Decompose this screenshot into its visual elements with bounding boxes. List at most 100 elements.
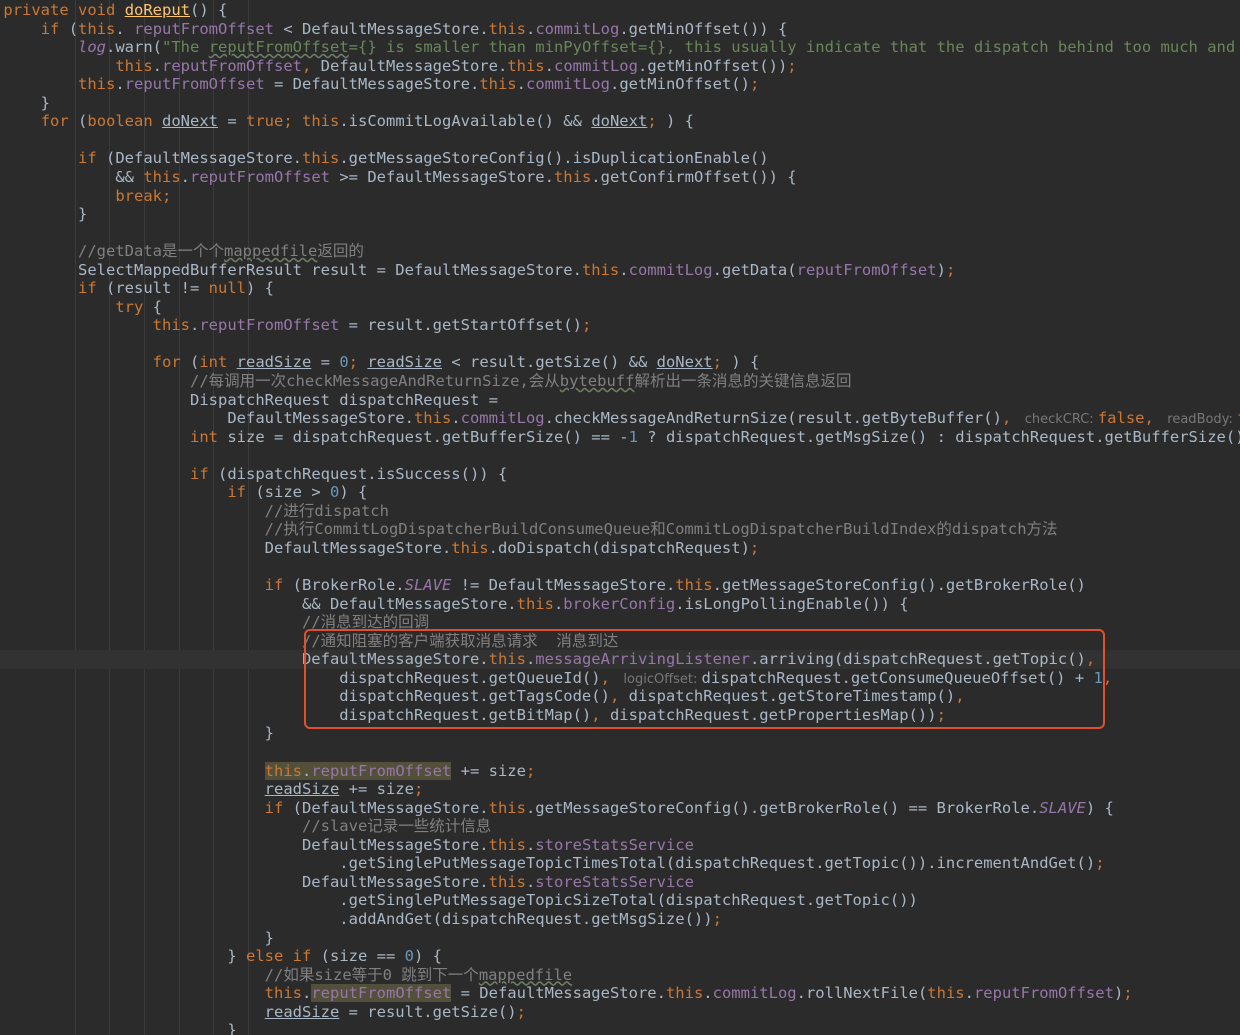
code-token: for xyxy=(40,112,79,131)
code-line[interactable]: break; xyxy=(3,187,171,206)
code-line[interactable]: log.warn("The reputFromOffset={} is smal… xyxy=(3,38,1240,57)
code-line[interactable]: DefaultMessageStore.this.storeStatsServi… xyxy=(3,873,694,892)
code-token: ) xyxy=(936,260,946,279)
code-line[interactable]: if (size > 0) { xyxy=(3,483,367,502)
code-line[interactable]: this.reputFromOffset = DefaultMessageSto… xyxy=(3,984,1133,1003)
code-token: mappedfile xyxy=(224,242,318,261)
code-line[interactable]: } xyxy=(3,724,274,743)
code-token: reputFromOffset xyxy=(199,316,340,335)
code-token: doNext xyxy=(162,112,219,131)
code-editor[interactable]: private void doReput() { if (this. reput… xyxy=(0,0,1240,1035)
code-token: } xyxy=(3,93,51,112)
code-line[interactable]: DefaultMessageStore.this.commitLog.check… xyxy=(3,409,1240,428)
code-line[interactable]: //slave记录一些统计信息 xyxy=(3,817,491,836)
code-token: .getConfirmOffset()) { xyxy=(591,167,797,186)
code-line[interactable]: for (int readSize = 0; readSize < result… xyxy=(3,353,760,372)
code-token: this xyxy=(927,984,965,1003)
code-token: if xyxy=(40,19,69,38)
code-token: ) { xyxy=(1085,798,1114,817)
code-line[interactable]: readSize = result.getSize(); xyxy=(3,1003,526,1022)
code-token: DefaultMessageStore. xyxy=(3,872,489,891)
code-line[interactable]: //getData是一个个mappedfile返回的 xyxy=(3,242,364,261)
code-token: reputFromOffset xyxy=(190,167,330,186)
code-token: if xyxy=(190,464,218,483)
code-line[interactable]: private void doReput() { xyxy=(3,1,227,20)
code-token: ; xyxy=(348,353,368,372)
code-token: .addAndGet(dispatchRequest.getMsgSize()) xyxy=(3,909,713,928)
code-line[interactable]: DefaultMessageStore.this.storeStatsServi… xyxy=(3,836,694,855)
code-token: reputFromOffset xyxy=(134,19,275,38)
code-token: . xyxy=(703,984,713,1003)
code-token: reputFromOffset xyxy=(796,260,937,279)
code-token: if xyxy=(78,279,107,298)
code-token: && xyxy=(3,167,144,186)
code-line[interactable]: //执行CommitLogDispatcherBuildConsumeQueue… xyxy=(3,520,1058,539)
code-line[interactable]: this.reputFromOffset, DefaultMessageStor… xyxy=(3,57,796,76)
code-token: "The xyxy=(162,38,209,57)
code-token: ) { xyxy=(339,483,368,502)
code-token: . xyxy=(152,56,163,75)
code-line[interactable]: this.reputFromOffset += size; xyxy=(3,761,535,781)
code-line[interactable]: SelectMappedBufferResult result = Defaul… xyxy=(3,261,955,280)
code-line[interactable]: if (BrokerRole.SLAVE != DefaultMessageSt… xyxy=(3,576,1086,595)
code-token: this xyxy=(488,872,526,891)
code-line[interactable]: && DefaultMessageStore.this.brokerConfig… xyxy=(3,595,909,614)
code-token: . xyxy=(115,19,135,38)
code-token: if xyxy=(78,149,107,168)
code-line[interactable]: int size = dispatchRequest.getBufferSize… xyxy=(3,428,1240,447)
code-line[interactable]: for (boolean doNext = true; this.isCommi… xyxy=(3,112,694,131)
code-line[interactable]: this.reputFromOffset = result.getStartOf… xyxy=(3,316,592,335)
code-token: .getSinglePutMessageTopicTimesTotal(disp… xyxy=(3,854,1096,873)
code-token: if xyxy=(264,798,293,817)
code-token: bytebuff xyxy=(559,372,635,390)
code-line[interactable]: if (DefaultMessageStore.this.getMessageS… xyxy=(3,799,1114,818)
code-line[interactable]: } xyxy=(3,1021,236,1035)
code-line[interactable]: } xyxy=(3,929,274,948)
code-line[interactable]: if (DefaultMessageStore.this.getMessageS… xyxy=(3,149,769,168)
parameter-hint: checkCRC: xyxy=(1020,412,1098,428)
code-token: false, xyxy=(1097,409,1164,428)
code-token: //每调用一次checkMessageAndReturnSize,会从 xyxy=(190,372,560,390)
parameter-hint: readBody: xyxy=(1163,412,1237,428)
code-line[interactable]: //进行dispatch xyxy=(3,502,389,521)
code-token: private void xyxy=(3,1,125,19)
code-token: . xyxy=(544,56,554,75)
code-token: ; xyxy=(413,780,424,799)
code-line[interactable]: } else if (size == 0) { xyxy=(3,947,442,966)
code-line[interactable]: if (dispatchRequest.isSuccess()) { xyxy=(3,465,507,484)
code-line[interactable]: .getSinglePutMessageTopicSizeTotal(dispa… xyxy=(3,891,918,910)
code-line[interactable]: DefaultMessageStore.this.doDispatch(disp… xyxy=(3,538,760,558)
code-token: { xyxy=(152,297,163,316)
code-line[interactable]: && this.reputFromOffset >= DefaultMessag… xyxy=(3,168,796,187)
code-token: readSize xyxy=(367,353,442,372)
code-token: . xyxy=(964,984,974,1003)
code-line[interactable]: this.reputFromOffset = DefaultMessageSto… xyxy=(3,75,759,94)
code-token: ) { xyxy=(414,947,442,966)
code-line[interactable]: if (result != null) { xyxy=(3,279,274,298)
code-token: SLAVE xyxy=(1039,798,1086,817)
code-token: else if xyxy=(246,947,321,966)
code-line[interactable]: } xyxy=(3,94,50,113)
code-token: doNext xyxy=(591,112,648,131)
code-token: readSize xyxy=(236,353,312,372)
code-token: reputFromOffset xyxy=(124,75,265,94)
code-line[interactable]: DispatchRequest dispatchRequest = xyxy=(3,391,498,410)
code-line[interactable]: if (this. reputFromOffset < DefaultMessa… xyxy=(3,19,788,39)
code-line[interactable]: //如果size等于0 跳到下一个mappedfile xyxy=(3,966,572,985)
code-line[interactable]: try { xyxy=(3,298,162,317)
code-line[interactable]: readSize += size; xyxy=(3,780,424,799)
code-line[interactable]: .addAndGet(dispatchRequest.getMsgSize())… xyxy=(3,910,722,929)
red-annotation-box xyxy=(304,628,1105,730)
code-line[interactable]: //每调用一次checkMessageAndReturnSize,会从byteb… xyxy=(3,372,851,391)
code-line[interactable]: } xyxy=(3,205,87,224)
code-token: ; xyxy=(749,538,760,557)
code-token: ; xyxy=(581,316,592,335)
code-token: doNext xyxy=(656,353,713,372)
code-line[interactable]: .getSinglePutMessageTopicTimesTotal(disp… xyxy=(3,854,1104,873)
